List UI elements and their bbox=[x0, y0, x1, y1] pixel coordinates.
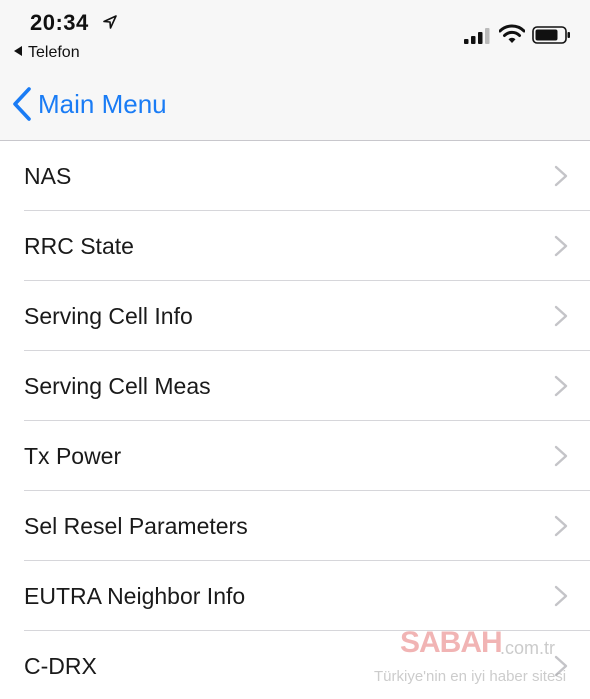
list-item-sel-resel-parameters[interactable]: Sel Resel Parameters bbox=[0, 491, 590, 561]
chevron-right-icon bbox=[554, 515, 568, 537]
chevron-right-icon bbox=[554, 165, 568, 187]
main-menu-back-label: Main Menu bbox=[38, 88, 167, 119]
list-item-serving-cell-meas[interactable]: Serving Cell Meas bbox=[0, 351, 590, 421]
list-item-c-drx[interactable]: C-DRX bbox=[0, 631, 590, 699]
list-item-eutra-neighbor-info[interactable]: EUTRA Neighbor Info bbox=[0, 561, 590, 631]
back-triangle-icon bbox=[14, 46, 22, 56]
list-item-serving-cell-info[interactable]: Serving Cell Info bbox=[0, 281, 590, 351]
location-arrow-icon bbox=[103, 15, 117, 29]
list-item-tx-power[interactable]: Tx Power bbox=[0, 421, 590, 491]
menu-list: NAS RRC State Serving Cell Info Serving … bbox=[0, 141, 590, 699]
list-item-nas[interactable]: NAS bbox=[0, 141, 590, 211]
chevron-right-icon bbox=[554, 305, 568, 327]
list-item-label: RRC State bbox=[24, 232, 134, 259]
list-item-label: NAS bbox=[24, 162, 72, 189]
list-item-label: Serving Cell Meas bbox=[24, 372, 211, 399]
chevron-right-icon bbox=[554, 585, 568, 607]
chevron-left-icon bbox=[13, 87, 31, 121]
chevron-right-icon bbox=[554, 445, 568, 467]
chevron-right-icon bbox=[554, 375, 568, 397]
chevron-right-icon bbox=[554, 235, 568, 257]
main-menu-back-button[interactable]: Main Menu bbox=[10, 84, 167, 124]
cellular-signal-icon bbox=[464, 28, 490, 44]
back-to-app-button[interactable]: Telefon bbox=[14, 44, 80, 62]
battery-icon bbox=[532, 26, 570, 44]
list-item-label: Sel Resel Parameters bbox=[24, 512, 248, 539]
wifi-icon bbox=[499, 24, 525, 43]
back-to-app-label: Telefon bbox=[28, 44, 80, 61]
list-item-label: EUTRA Neighbor Info bbox=[24, 582, 246, 609]
list-item-label: C-DRX bbox=[24, 652, 97, 679]
navigation-bar: Main Menu bbox=[0, 70, 590, 141]
screen: 20:34 Telefon Main Menu NAS RRC State Se… bbox=[0, 0, 590, 699]
list-item-label: Serving Cell Info bbox=[24, 302, 193, 329]
status-bar: 20:34 Telefon bbox=[0, 0, 590, 70]
list-item-label: Tx Power bbox=[24, 442, 122, 469]
status-time: 20:34 bbox=[30, 10, 89, 35]
list-item-rrc-state[interactable]: RRC State bbox=[0, 211, 590, 281]
chevron-right-icon bbox=[554, 655, 568, 677]
